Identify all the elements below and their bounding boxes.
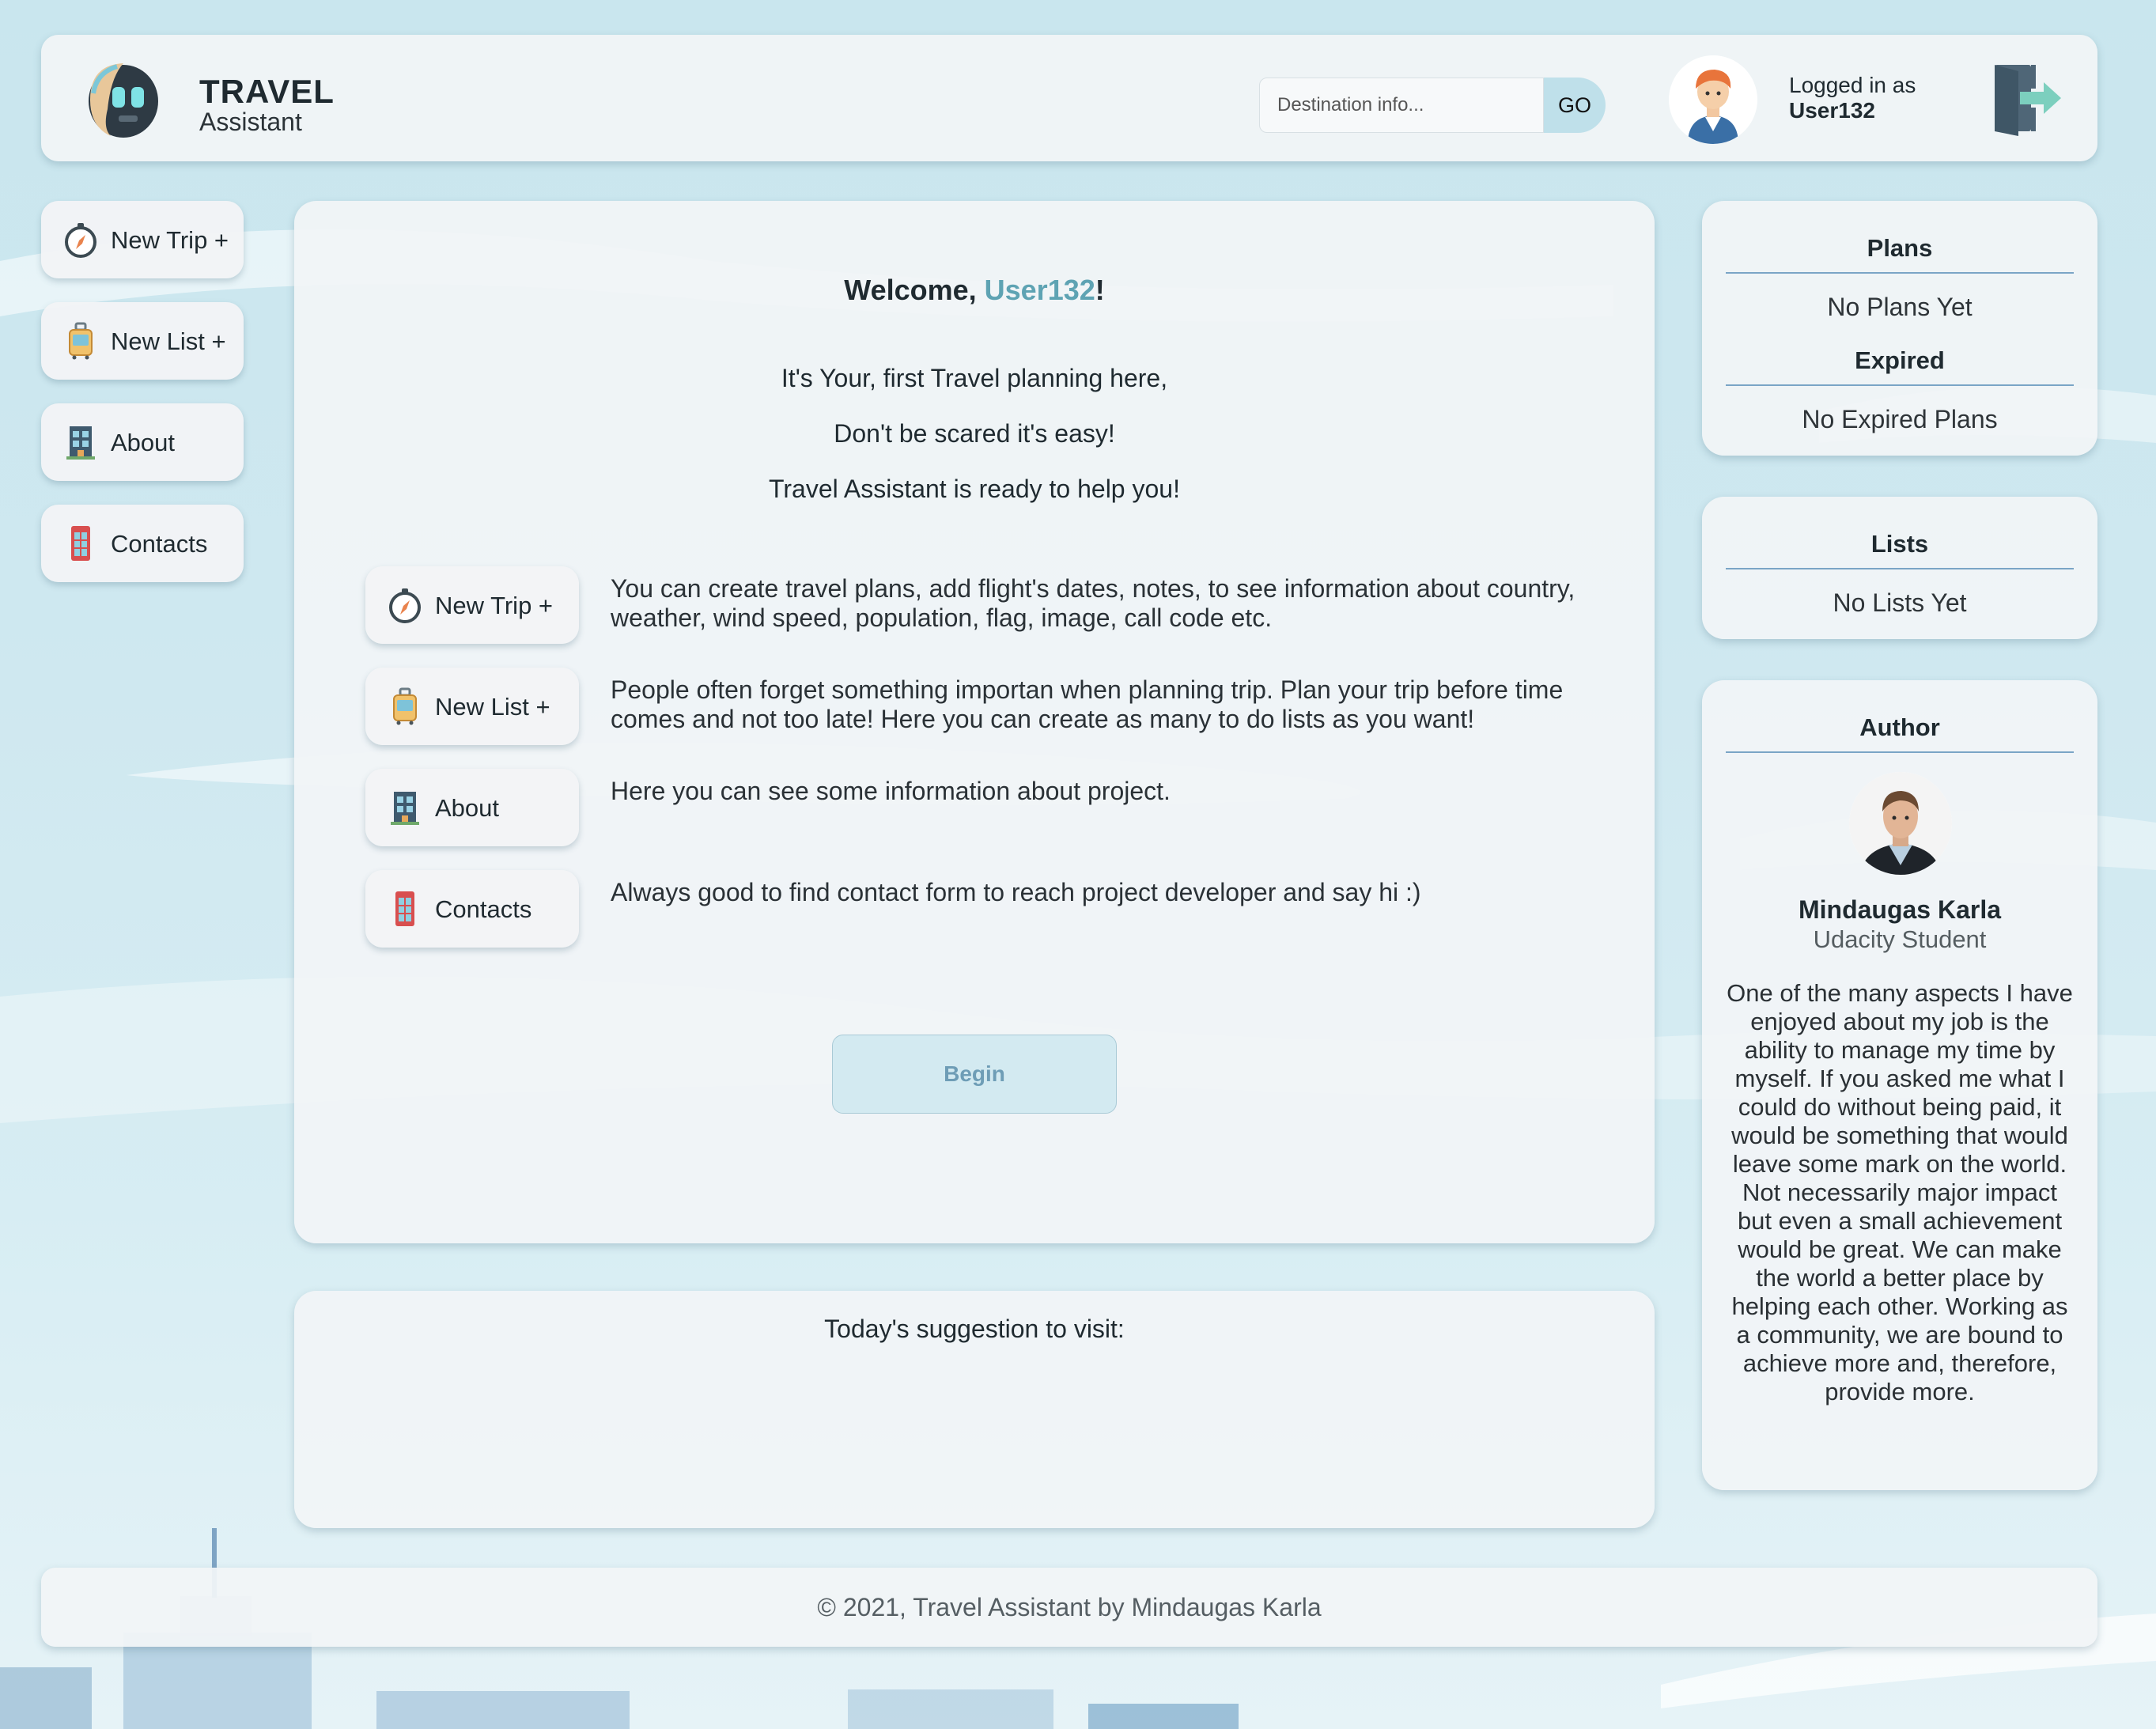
lists-panel: Lists No Lists Yet [1702, 497, 2097, 639]
user-avatar-icon [1669, 55, 1757, 144]
luggage-icon [69, 322, 93, 360]
author-photo [1849, 772, 1952, 875]
intro-line: Travel Assistant is ready to help you! [769, 475, 1180, 503]
sidebar-about-button[interactable]: About [41, 403, 244, 481]
feature-new-list-description: People often forget something importan w… [611, 675, 1564, 733]
plans-empty-text: No Plans Yet [1827, 293, 1973, 321]
phone-booth-icon [395, 891, 414, 926]
logged-in-label: Logged in as [1789, 73, 1916, 97]
welcome-heading: Welcome, User132! [294, 274, 1655, 307]
footer-copyright: © 2021, Travel Assistant by Mindaugas Ka… [817, 1593, 1322, 1621]
sidebar-about-label: About [111, 429, 176, 456]
welcome-username: User132 [984, 274, 1095, 306]
phone-booth-icon [71, 526, 90, 561]
top-header: TRAVEL Assistant GO Logged in as User132 [41, 35, 2097, 161]
plans-panel: Plans No Plans Yet Expired No Expired Pl… [1702, 201, 2097, 456]
robot-logo-icon [89, 63, 158, 138]
page-footer: © 2021, Travel Assistant by Mindaugas Ka… [41, 1568, 2097, 1647]
begin-button[interactable]: Begin [832, 1035, 1117, 1114]
feature-contacts-description: Always good to find contact form to reac… [611, 878, 1421, 906]
search-go-button[interactable]: GO [1544, 78, 1606, 133]
suggestion-card: Today's suggestion to visit: [294, 1291, 1655, 1528]
user-avatar[interactable] [1669, 55, 1757, 144]
compass-icon [65, 223, 96, 258]
intro-line: It's Your, first Travel planning here, [781, 364, 1168, 392]
author-panel: Author Mindaugas Karla Udacity Student O… [1702, 680, 2097, 1490]
feature-new-list-button[interactable]: New List + [365, 668, 579, 745]
destination-search: GO [1259, 78, 1606, 133]
brand-subtitle: Assistant [199, 108, 302, 136]
sidebar-contacts-button[interactable]: Contacts [41, 505, 244, 582]
expired-heading: Expired [1726, 346, 2074, 386]
suggestion-title: Today's suggestion to visit: [824, 1315, 1125, 1343]
feature-about-button[interactable]: About [365, 769, 579, 846]
welcome-card: Welcome, User132! It's Your, first Trave… [294, 201, 1655, 1243]
sidebar-new-list-button[interactable]: New List + [41, 302, 244, 380]
sidebar-new-trip-button[interactable]: New Trip + [41, 201, 244, 278]
feature-new-list-label: New List + [435, 693, 550, 721]
sidebar-new-trip-label: New Trip + [111, 226, 229, 254]
luggage-icon [393, 687, 417, 725]
building-icon [66, 426, 95, 460]
author-name: Mindaugas Karla [1798, 895, 2002, 924]
expired-empty-text: No Expired Plans [1802, 405, 1998, 433]
lists-heading: Lists [1726, 530, 2074, 569]
lists-empty-text: No Lists Yet [1833, 588, 1967, 617]
feature-about-label: About [435, 794, 500, 822]
intro-line: Don't be scared it's easy! [834, 419, 1115, 448]
feature-contacts-button[interactable]: Contacts [365, 870, 579, 948]
feature-about-description: Here you can see some information about … [611, 777, 1171, 805]
sidebar-new-list-label: New List + [111, 327, 226, 355]
feature-new-trip-label: New Trip + [435, 592, 554, 619]
building-icon [391, 792, 419, 825]
brand-title: TRAVEL [199, 73, 335, 110]
plans-heading: Plans [1726, 234, 2074, 274]
logout-door-icon[interactable] [1984, 57, 2063, 136]
logged-in-username: User132 [1789, 98, 1875, 123]
author-role: Udacity Student [1813, 925, 1987, 953]
author-bio: One of the many aspects I have enjoyed a… [1727, 979, 2073, 1406]
compass-icon [389, 588, 421, 623]
feature-contacts-label: Contacts [435, 895, 532, 923]
author-portrait-icon [1849, 772, 1952, 875]
welcome-suffix: ! [1095, 274, 1105, 306]
welcome-prefix: Welcome, [844, 274, 985, 306]
feature-new-trip-description: You can create travel plans, add flight'… [611, 574, 1575, 632]
destination-search-input[interactable] [1259, 78, 1544, 133]
author-heading: Author [1726, 713, 2074, 753]
sidebar-contacts-label: Contacts [111, 530, 208, 558]
feature-new-trip-button[interactable]: New Trip + [365, 566, 579, 644]
